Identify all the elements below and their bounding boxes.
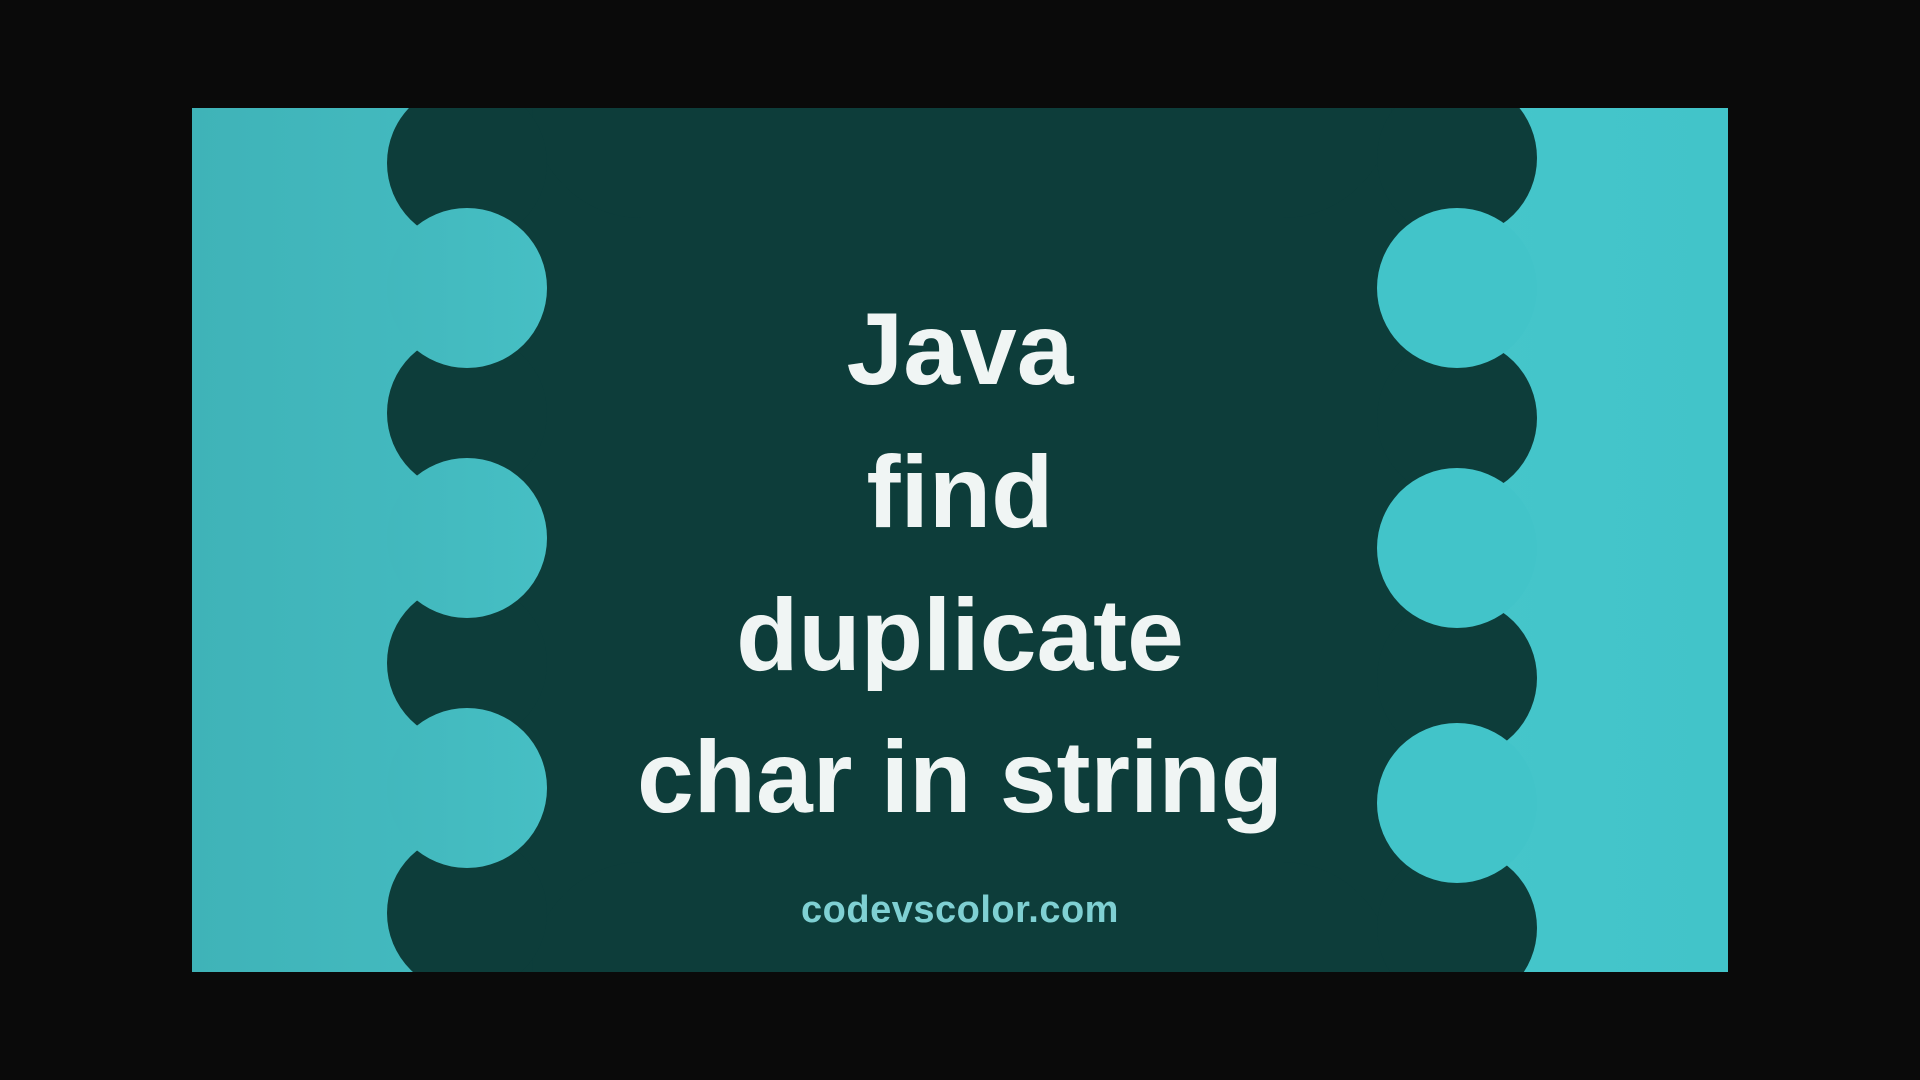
banner-title: Java find duplicate char in string: [192, 278, 1728, 849]
banner-footer: codevscolor.com: [192, 889, 1728, 932]
title-line: duplicate: [192, 564, 1728, 707]
banner-canvas: Java find duplicate char in string codev…: [192, 108, 1728, 972]
title-line: char in string: [192, 706, 1728, 849]
title-line: find: [192, 421, 1728, 564]
blob-shape-top: [532, 108, 1392, 218]
title-line: Java: [192, 278, 1728, 421]
